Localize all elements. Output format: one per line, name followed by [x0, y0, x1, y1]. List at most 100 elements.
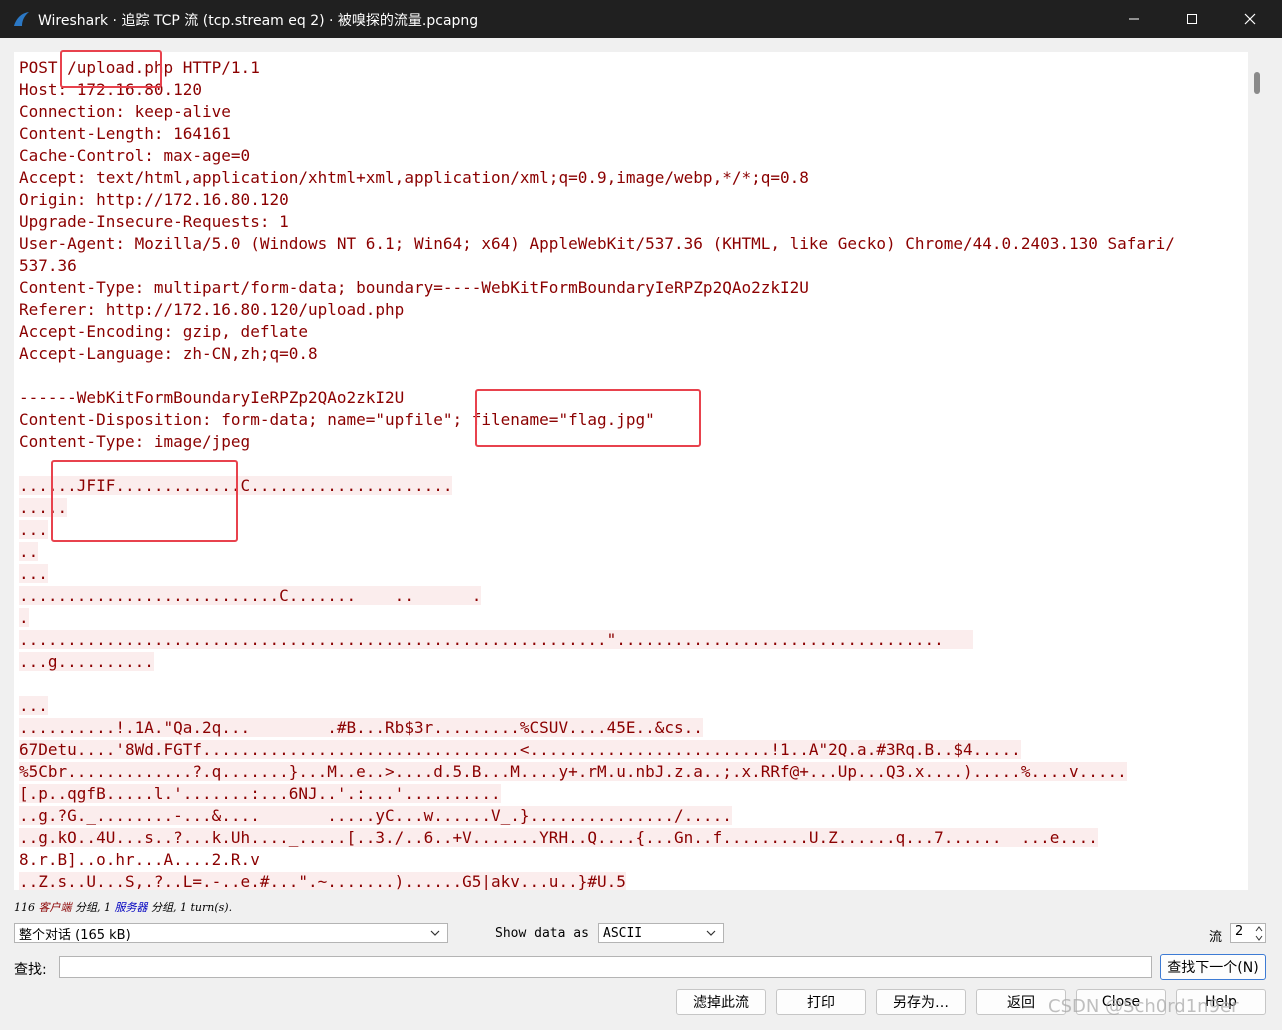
stream-summary: 116 客户端 分组, 1 服务器 分组, 1 turn(s). — [14, 899, 232, 915]
stream-line: Connection: keep-alive — [19, 101, 1175, 123]
stream-number-spinbox[interactable]: 2 — [1230, 923, 1266, 943]
maximize-button[interactable] — [1163, 0, 1221, 38]
find-next-button[interactable]: 查找下一个(N) — [1160, 954, 1266, 980]
stream-line: Referer: http://172.16.80.120/upload.php — [19, 299, 1175, 321]
stream-line: ... — [19, 563, 1175, 585]
filter-out-stream-button[interactable]: 滤掉此流 — [676, 989, 766, 1015]
stream-line-text: [.p..qgfB.....l.'.......:...6NJ..'.:...'… — [19, 784, 501, 803]
client-label: 客户端 — [38, 901, 72, 914]
stream-line: ........................................… — [19, 629, 1175, 651]
stream-line: ... — [19, 695, 1175, 717]
minimize-icon — [1129, 18, 1139, 20]
stream-line-text: ... — [19, 520, 48, 539]
stream-line: ..g.kO..4U...s..?...k.Uh...._.....[..3./… — [19, 827, 1175, 849]
stream-line: ..........!.1A."Qa.2q... .#B...Rb$3r....… — [19, 717, 1175, 739]
show-data-as-select[interactable]: ASCII — [598, 923, 724, 943]
stream-line: .. — [19, 541, 1175, 563]
find-input[interactable] — [59, 956, 1152, 978]
annotation-box-jfif — [51, 460, 238, 542]
stream-line-text: ...........................C....... .. . — [19, 586, 482, 605]
chevron-down-icon — [706, 930, 716, 936]
stream-line-text: ..........!.1A."Qa.2q... .#B...Rb$3r....… — [19, 718, 703, 737]
stream-line: Origin: http://172.16.80.120 — [19, 189, 1175, 211]
stream-line-text: Accept: text/html,application/xhtml+xml,… — [19, 168, 809, 187]
stream-line-text: 8.r.B]..o.hr...A....2.R.v — [19, 850, 260, 869]
stream-line-text: Accept-Encoding: gzip, deflate — [19, 322, 308, 341]
show-data-as-label: Show data as — [495, 926, 589, 941]
minimize-button[interactable] — [1105, 0, 1163, 38]
stream-line-text: User-Agent: Mozilla/5.0 (Windows NT 6.1;… — [19, 234, 1175, 253]
stream-line-text: Content-Type: multipart/form-data; bound… — [19, 278, 809, 297]
stream-line-text: ..Z.s..U...S,.?..L=.-..e.#...".~.......)… — [19, 872, 626, 890]
stream-line-text: Origin: http://172.16.80.120 — [19, 190, 289, 209]
stream-line: [.p..qgfB.....l.'.......:...6NJ..'.:...'… — [19, 783, 1175, 805]
stream-line: Accept: text/html,application/xhtml+xml,… — [19, 167, 1175, 189]
stream-line-text: ------WebKitFormBoundaryIeRPZp2QAo2zkI2U — [19, 388, 405, 407]
stream-line: Accept-Language: zh-CN,zh;q=0.8 — [19, 343, 1175, 365]
stream-line — [19, 365, 1175, 387]
close-window-button[interactable] — [1221, 0, 1279, 38]
stream-line: Upgrade-Insecure-Requests: 1 — [19, 211, 1175, 233]
stream-number-value: 2 — [1235, 924, 1244, 939]
stream-line-text: ... — [19, 696, 48, 715]
server-packet-count: 1 — [104, 901, 111, 914]
stream-line-text: ..g.kO..4U...s..?...k.Uh...._.....[..3./… — [19, 828, 1098, 847]
stream-line: Host: 172.16.80.120 — [19, 79, 1175, 101]
find-label: 查找: — [14, 962, 47, 978]
stream-line: 537.36 — [19, 255, 1175, 277]
stream-line: Content-Type: multipart/form-data; bound… — [19, 277, 1175, 299]
stream-line-text: Content-Type: image/jpeg — [19, 432, 251, 451]
stream-line-text: Referer: http://172.16.80.120/upload.php — [19, 300, 405, 319]
stream-line: Cache-Control: max-age=0 — [19, 145, 1175, 167]
stream-line-text: 537.36 — [19, 256, 77, 275]
stream-line: 67Detu....'8Wd.FGTf.....................… — [19, 739, 1175, 761]
conversation-select[interactable]: 整个对话 (165 kB) — [14, 923, 448, 943]
watermark: CSDN @Sch0rd1n9er — [1048, 996, 1239, 1017]
stream-number-label: 流 — [1209, 930, 1223, 945]
print-button[interactable]: 打印 — [776, 989, 866, 1015]
summary-text-1: 分组, — [71, 901, 101, 914]
stream-line: ..Z.s..U...S,.?..L=.-..e.#...".~.......)… — [19, 871, 1175, 890]
stream-line-text: .. — [19, 542, 39, 561]
stream-line: User-Agent: Mozilla/5.0 (Windows NT 6.1;… — [19, 233, 1175, 255]
spin-up-icon[interactable] — [1255, 925, 1263, 933]
window-title: Wireshark · 追踪 TCP 流 (tcp.stream eq 2) ·… — [38, 13, 479, 29]
stream-line-text: ... — [19, 564, 48, 583]
stream-line-text: . — [19, 608, 29, 627]
stream-line: Content-Length: 164161 — [19, 123, 1175, 145]
vertical-scrollbar[interactable] — [1248, 52, 1266, 890]
stream-line: 8.r.B]..o.hr...A....2.R.v — [19, 849, 1175, 871]
client-packet-count: 116 — [14, 901, 35, 914]
summary-text-2: 分组, — [147, 901, 177, 914]
spin-down-icon[interactable] — [1255, 934, 1263, 942]
annotation-box-filename — [475, 389, 701, 447]
stream-line-text: ..g.?G._........-...&.... .....yC...w...… — [19, 806, 732, 825]
stream-line-text: %5Cbr.............?.q.......}...M..e..>.… — [19, 762, 1127, 781]
turn-count: 1 turn(s). — [180, 901, 233, 914]
stream-line: Accept-Encoding: gzip, deflate — [19, 321, 1175, 343]
maximize-icon — [1187, 14, 1197, 24]
title-bar: Wireshark · 追踪 TCP 流 (tcp.stream eq 2) ·… — [0, 0, 1282, 38]
stream-line-text: ...g.......... — [19, 652, 154, 671]
stream-line-text: ........................................… — [19, 630, 973, 649]
annotation-box-upload-path — [60, 50, 162, 88]
follow-tcp-stream-window: Wireshark · 追踪 TCP 流 (tcp.stream eq 2) ·… — [0, 0, 1282, 1030]
stream-line: ...........................C....... .. . — [19, 585, 1175, 607]
chevron-down-icon — [430, 930, 440, 936]
stream-line-text: Cache-Control: max-age=0 — [19, 146, 251, 165]
stream-line — [19, 673, 1175, 695]
stream-line: ...g.......... — [19, 651, 1175, 673]
server-label: 服务器 — [114, 901, 148, 914]
scrollbar-thumb[interactable] — [1254, 72, 1260, 94]
show-data-as-value: ASCII — [603, 925, 643, 941]
stream-line: ..g.?G._........-...&.... .....yC...w...… — [19, 805, 1175, 827]
wireshark-fin-icon — [14, 12, 29, 26]
stream-line-text: Upgrade-Insecure-Requests: 1 — [19, 212, 289, 231]
stream-line: %5Cbr.............?.q.......}...M..e..>.… — [19, 761, 1175, 783]
stream-line-text: Content-Length: 164161 — [19, 124, 231, 143]
save-as-button[interactable]: 另存为… — [876, 989, 966, 1015]
stream-line: . — [19, 607, 1175, 629]
stream-line: POST /upload.php HTTP/1.1 — [19, 57, 1175, 79]
conversation-select-value: 整个对话 (165 kB) — [19, 927, 131, 943]
close-icon — [1244, 13, 1256, 25]
